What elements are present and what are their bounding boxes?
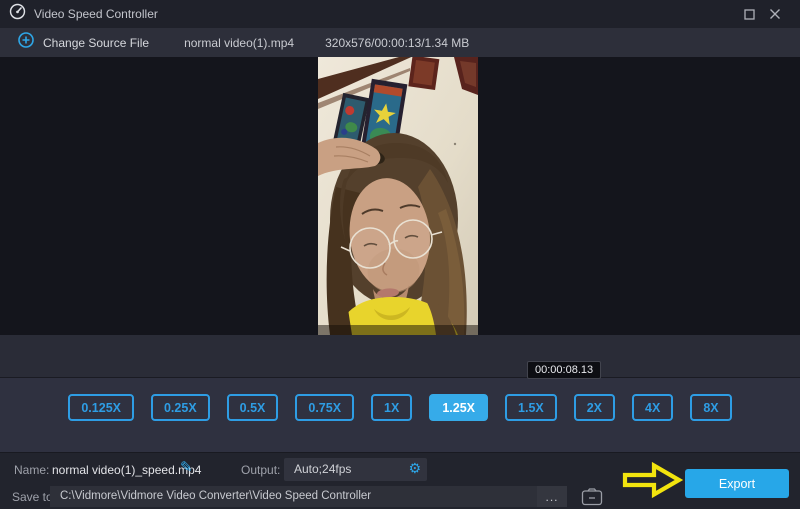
export-button[interactable]: Export: [685, 469, 789, 498]
change-source-button[interactable]: Change Source File: [18, 32, 149, 53]
speed-button-2x[interactable]: 2X: [574, 394, 615, 421]
speed-button-075x[interactable]: 0.75X: [295, 394, 354, 421]
source-file-name: normal video(1).mp4: [184, 36, 294, 50]
source-file-info: 320x576/00:00:13/1.34 MB: [325, 36, 469, 50]
video-speed-controller-window: Video Speed Controller Change Source Fil…: [0, 0, 800, 509]
seek-time-tooltip: 00:00:08.13: [527, 361, 601, 379]
name-label: Name:: [14, 463, 49, 477]
close-icon[interactable]: [762, 3, 788, 25]
speed-button-1x[interactable]: 1X: [371, 394, 412, 421]
video-preview-area: [0, 57, 800, 335]
output-format-value: Auto;24fps: [294, 458, 351, 481]
speed-button-15x[interactable]: 1.5X: [505, 394, 557, 421]
window-title: Video Speed Controller: [34, 7, 158, 21]
open-folder-icon[interactable]: [580, 487, 604, 507]
app-logo-icon: [9, 3, 26, 25]
change-source-label: Change Source File: [43, 36, 149, 50]
output-format-field[interactable]: Auto;24fps ⚙: [284, 458, 427, 481]
speed-button-4x[interactable]: 4X: [632, 394, 673, 421]
browse-path-button[interactable]: ...: [537, 486, 567, 507]
speed-button-125x-selected[interactable]: 1.25X: [429, 394, 488, 421]
speed-button-8x[interactable]: 8X: [690, 394, 731, 421]
speed-button-025x[interactable]: 0.25X: [151, 394, 210, 421]
output-name-value: normal video(1)_speed.mp4: [52, 463, 201, 477]
plus-circle-icon: [18, 32, 34, 53]
output-settings-gear-icon[interactable]: ⚙: [408, 461, 421, 477]
export-pointer-arrow: [622, 461, 684, 499]
maximize-icon[interactable]: [736, 3, 762, 25]
speed-selector-bar: 0.125X 0.25X 0.5X 0.75X 1X 1.25X 1.5X 2X…: [0, 377, 800, 452]
playback-controls: 00:00:00.00/00:00:10.11: [0, 335, 800, 377]
video-frame: [318, 57, 478, 335]
speed-button-0125x[interactable]: 0.125X: [68, 394, 134, 421]
save-path-field[interactable]: C:\Vidmore\Vidmore Video Converter\Video…: [50, 486, 567, 507]
title-bar: Video Speed Controller: [0, 0, 800, 28]
source-toolbar: Change Source File normal video(1).mp4 3…: [0, 28, 800, 57]
save-path-value: C:\Vidmore\Vidmore Video Converter\Video…: [60, 486, 371, 507]
output-label: Output:: [241, 463, 280, 477]
speed-button-05x[interactable]: 0.5X: [227, 394, 279, 421]
export-footer: Name: normal video(1)_speed.mp4 ✎ Output…: [0, 452, 800, 509]
edit-name-pencil-icon[interactable]: ✎: [180, 458, 193, 476]
